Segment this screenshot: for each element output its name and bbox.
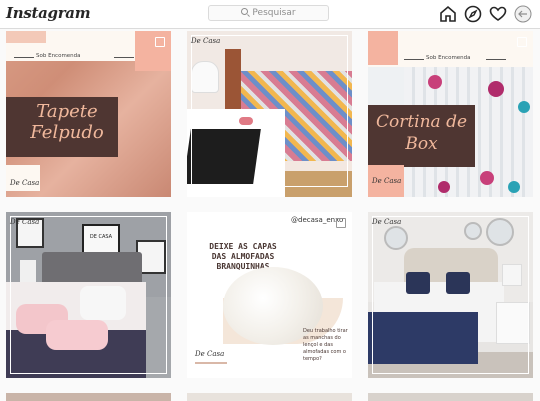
- multiple-photos-icon: [336, 218, 346, 228]
- post-tile-8-peek[interactable]: [187, 393, 352, 401]
- multiple-photos-icon: [517, 37, 527, 47]
- post-tile-1[interactable]: Sob Encomenda Tapete Felpudo De Casa: [6, 31, 171, 197]
- post-tile-2[interactable]: De Casa: [187, 31, 352, 197]
- flower-pattern: [480, 171, 494, 185]
- post-tile-3[interactable]: Sob Encomenda Cortina de Box De Casa: [368, 31, 533, 197]
- instagram-logo[interactable]: Instagram: [6, 4, 91, 22]
- decorative-stripe: [6, 31, 46, 43]
- post-tile-7-peek[interactable]: [6, 393, 171, 401]
- flower-pattern: [488, 81, 504, 97]
- divider: [404, 59, 424, 60]
- search-icon: [241, 8, 249, 15]
- post-tile-5[interactable]: @decasa_enxo DEIXE AS CAPAS DAS ALMOFADA…: [187, 212, 352, 378]
- nav-icons: [438, 4, 534, 24]
- search-input[interactable]: Pesquisar: [208, 5, 329, 21]
- post-badge: Sob Encomenda: [426, 55, 471, 61]
- flower-pattern: [428, 75, 442, 89]
- photo-frame-overlay: [372, 216, 529, 374]
- brand-logo: De Casa: [195, 350, 225, 358]
- divider: [14, 57, 34, 58]
- post-caption: Deu trabalho tirar as manchas do lençol …: [303, 328, 348, 362]
- post-badge: Sob Encomenda: [36, 53, 81, 59]
- peach-accent-block: [135, 31, 171, 71]
- divider: [486, 59, 506, 60]
- brand-logo: De Casa: [372, 218, 402, 226]
- post-tile-4[interactable]: DE CASA De Casa: [6, 212, 171, 378]
- brand-underline: [195, 362, 227, 364]
- post-title: Cortina de Box: [375, 112, 468, 154]
- flower-pattern: [508, 181, 520, 193]
- top-navigation-bar: Instagram Pesquisar: [0, 0, 540, 29]
- brand-logo: De Casa: [10, 218, 40, 226]
- profile-icon[interactable]: [513, 4, 533, 24]
- post-tile-6[interactable]: De Casa: [368, 212, 533, 378]
- brand-box: [6, 165, 40, 191]
- photo-frame-overlay: [10, 216, 167, 374]
- home-icon[interactable]: [438, 4, 458, 24]
- post-title: Tapete Felpudo: [30, 101, 104, 143]
- brand-logo: De Casa: [191, 37, 221, 45]
- flower-pattern: [518, 101, 530, 113]
- flower-pattern: [438, 181, 450, 193]
- peach-accent-block: [368, 31, 398, 65]
- brand-logo: De Casa: [10, 179, 40, 187]
- multiple-photos-icon: [155, 37, 165, 47]
- photo-frame-overlay: [191, 35, 348, 187]
- brand-logo: De Casa: [372, 177, 402, 185]
- divider: [114, 57, 134, 58]
- post-tile-9-peek[interactable]: [368, 393, 533, 401]
- heart-icon[interactable]: [488, 4, 508, 24]
- explore-compass-icon[interactable]: [463, 4, 483, 24]
- search-placeholder: Pesquisar: [252, 8, 296, 18]
